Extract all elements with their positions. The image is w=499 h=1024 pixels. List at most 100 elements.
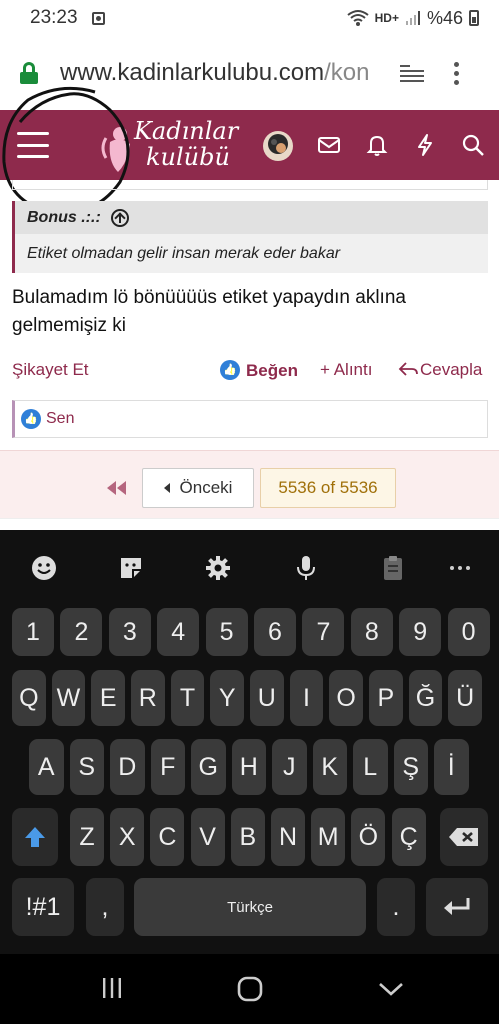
key-n[interactable]: N [271, 808, 305, 866]
status-bar: 23:23 HD+ %46 [0, 0, 499, 36]
quote-text: Etiket olmadan gelir insan merak eder ba… [15, 234, 488, 273]
key-g[interactable]: G [191, 739, 226, 795]
shift-key[interactable] [12, 808, 58, 866]
recent-apps-icon[interactable] [100, 976, 124, 1000]
microphone-icon[interactable] [292, 554, 320, 582]
enter-key[interactable] [426, 878, 488, 936]
previous-page-button[interactable]: Önceki [142, 468, 254, 508]
battery-percent: %46 [426, 7, 463, 28]
period-key[interactable]: . [377, 878, 415, 936]
arrow-up-circle-icon[interactable] [110, 208, 129, 227]
key-v[interactable]: V [190, 808, 225, 866]
logo-text: Kadınlar kulübü [134, 118, 238, 170]
key-o[interactable]: O [329, 670, 363, 726]
key-q[interactable]: Q [12, 670, 46, 726]
avatar[interactable] [262, 130, 294, 162]
symbols-key[interactable]: !#1 [12, 878, 74, 936]
key-1[interactable]: 1 [12, 608, 54, 656]
settings-gear-icon[interactable] [204, 554, 232, 582]
key-y[interactable]: Y [210, 670, 244, 726]
site-logo[interactable]: Kadınlar kulübü [100, 116, 240, 176]
key-m[interactable]: M [311, 808, 346, 866]
sticker-icon[interactable] [117, 554, 145, 582]
reader-mode-icon[interactable] [400, 63, 424, 83]
backspace-key[interactable] [440, 808, 488, 866]
key-4[interactable]: 4 [157, 608, 200, 656]
reply-icon [398, 362, 418, 376]
reply-button[interactable]: Cevapla [398, 360, 482, 380]
key-p[interactable]: P [369, 670, 403, 726]
key-i[interactable]: I [289, 670, 324, 726]
browser-menu-icon[interactable] [454, 61, 459, 85]
lightning-icon[interactable] [412, 132, 438, 158]
key-c[interactable]: C [150, 808, 185, 866]
key-6[interactable]: 6 [254, 608, 296, 656]
key-f[interactable]: F [150, 739, 185, 795]
key-ö[interactable]: Ö [351, 808, 386, 866]
system-nav-bar [0, 954, 499, 1024]
caret-left-icon [163, 483, 170, 493]
quote-block: Bonus .:.: Etiket olmadan gelir insan me… [12, 201, 488, 273]
pagination: Önceki 5536 of 5536 [0, 450, 499, 518]
current-page-indicator[interactable]: 5536 of 5536 [260, 468, 396, 508]
key-7[interactable]: 7 [302, 608, 345, 656]
key-t[interactable]: T [170, 670, 205, 726]
search-icon[interactable] [460, 132, 486, 158]
back-chevron-icon[interactable] [378, 976, 404, 1000]
key-u[interactable]: U [250, 670, 284, 726]
url-field[interactable]: www.kadinlarkulubu.com/kon [60, 59, 382, 87]
page-bottom [0, 518, 499, 530]
shift-arrow-icon [25, 827, 45, 847]
key-e[interactable]: E [91, 670, 125, 726]
key-a[interactable]: A [29, 739, 64, 795]
hamburger-menu-icon[interactable] [17, 132, 49, 158]
key-0[interactable]: 0 [447, 608, 490, 656]
previous-label: Önceki [179, 478, 233, 497]
key-l[interactable]: L [353, 739, 388, 795]
battery-icon [469, 10, 479, 26]
site-header: Kadınlar kulübü [0, 110, 499, 180]
key-b[interactable]: B [230, 808, 265, 866]
quote-author: Bonus .:.: [27, 208, 101, 226]
key-ğ[interactable]: Ğ [408, 670, 443, 726]
mail-icon[interactable] [316, 132, 342, 158]
key-5[interactable]: 5 [205, 608, 248, 656]
quote-header[interactable]: Bonus .:.: [15, 201, 488, 234]
url-path: /kon [324, 59, 370, 86]
more-options-icon[interactable] [446, 554, 474, 582]
quote-button[interactable]: + Alıntı [320, 360, 372, 380]
key-w[interactable]: W [51, 670, 86, 726]
comma-key[interactable]: , [86, 878, 124, 936]
logo-line2: kulübü [146, 143, 230, 171]
key-k[interactable]: K [312, 739, 347, 795]
key-h[interactable]: H [231, 739, 266, 795]
key-i̇[interactable]: İ [434, 739, 469, 795]
key-r[interactable]: R [131, 670, 165, 726]
space-key[interactable]: Türkçe [134, 878, 366, 936]
key-ç[interactable]: Ç [391, 808, 426, 866]
key-9[interactable]: 9 [399, 608, 442, 656]
like-label: Beğen [246, 361, 298, 380]
key-x[interactable]: X [110, 808, 145, 866]
key-s[interactable]: S [69, 739, 104, 795]
reply-label: Cevapla [420, 360, 483, 379]
key-d[interactable]: D [110, 739, 145, 795]
key-z[interactable]: Z [70, 808, 104, 866]
key-8[interactable]: 8 [350, 608, 393, 656]
likes-text[interactable]: Sen [46, 410, 74, 428]
clipboard-icon[interactable] [379, 554, 407, 582]
key-ü[interactable]: Ü [448, 670, 482, 726]
key-3[interactable]: 3 [108, 608, 151, 656]
key-ş[interactable]: Ş [393, 739, 428, 795]
key-j[interactable]: J [272, 739, 307, 795]
emoji-icon[interactable] [30, 554, 58, 582]
keyboard: 1234567890 QWERTYUIOPĞÜ ASDFGHJKLŞİ ZXCVBNM… [0, 530, 499, 1024]
notification-icon [91, 11, 105, 25]
home-icon[interactable] [237, 976, 263, 1002]
post-actions: Şikayet Et Beğen + Alıntı Cevapla [12, 358, 488, 384]
key-2[interactable]: 2 [60, 608, 103, 656]
bell-icon[interactable] [364, 132, 390, 158]
like-button[interactable]: Beğen [220, 360, 298, 381]
report-link[interactable]: Şikayet Et [12, 360, 89, 380]
first-page-icon[interactable] [107, 481, 127, 495]
